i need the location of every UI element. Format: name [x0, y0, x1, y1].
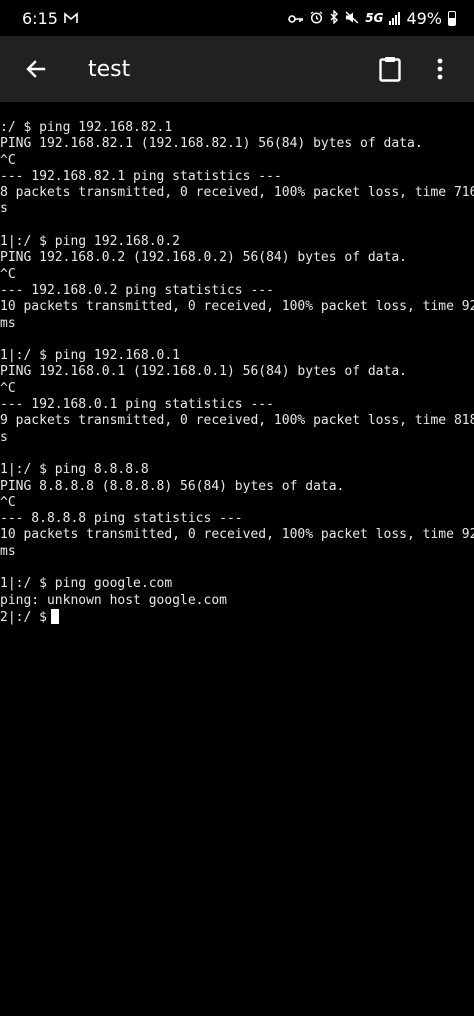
terminal-line: :/ $ ping 192.168.82.1 — [0, 120, 173, 135]
terminal-line: --- 192.168.0.1 ping statistics --- — [0, 397, 274, 413]
terminal-line: PING 192.168.0.2 (192.168.0.2) 56(84) by… — [0, 250, 407, 266]
terminal-line: --- 192.168.0.2 ping statistics --- — [0, 282, 274, 298]
bluetooth-icon — [329, 8, 339, 28]
arrow-back-icon — [26, 60, 46, 78]
terminal-line: ^C — [0, 380, 16, 396]
terminal-output[interactable]: :/ $ ping 192.168.82.1 PING 192.168.82.1 … — [0, 102, 474, 625]
terminal-line: PING 192.168.82.1 (192.168.82.1) 56(84) … — [0, 136, 423, 152]
terminal-line: --- 8.8.8.8 ping statistics --- — [0, 511, 243, 527]
app-bar: test — [0, 36, 474, 102]
mute-icon — [345, 9, 359, 28]
terminal-prompt: 2|:/ $ — [0, 609, 47, 625]
terminal-line: ping: unknown host google.com — [0, 592, 227, 608]
terminal-line: 1|:/ $ ping 192.168.0.2 — [0, 234, 181, 250]
status-left: 6:15 — [22, 9, 78, 28]
terminal-line: 10 packets transmitted, 0 received, 100%… — [0, 527, 474, 543]
clipboard-button[interactable] — [372, 51, 408, 87]
terminal-line: ms — [0, 543, 16, 559]
terminal-line: 10 packets transmitted, 0 received, 100%… — [0, 299, 474, 315]
more-options-button[interactable] — [422, 51, 458, 87]
status-time: 6:15 — [22, 8, 58, 28]
alarm-icon — [310, 9, 323, 28]
clipboard-icon — [379, 57, 401, 82]
terminal-line: s — [0, 429, 8, 445]
terminal-line: 1|:/ $ ping 192.168.0.1 — [0, 348, 181, 364]
terminal-line: --- 192.168.82.1 ping statistics --- — [0, 168, 282, 184]
terminal-line: PING 192.168.0.1 (192.168.0.1) 56(84) by… — [0, 364, 407, 380]
gmail-icon — [64, 9, 78, 28]
terminal-cursor — [50, 608, 59, 624]
page-title: test — [88, 56, 131, 82]
terminal-line: ^C — [0, 266, 16, 282]
terminal-line: PING 8.8.8.8 (8.8.8.8) 56(84) bytes of d… — [0, 478, 345, 494]
status-right: 5G 49% — [288, 9, 456, 28]
back-button[interactable] — [18, 51, 54, 87]
terminal-line: 8 packets transmitted, 0 received, 100% … — [0, 185, 474, 201]
key-icon — [288, 9, 304, 28]
network-type: 5G — [365, 11, 384, 25]
status-bar: 6:15 5G 49% — [0, 0, 474, 36]
signal-icon — [389, 11, 401, 25]
battery-icon — [448, 10, 456, 26]
terminal-line: ms — [0, 315, 16, 331]
terminal-line: 1|:/ $ ping google.com — [0, 576, 173, 592]
terminal-line: 9 packets transmitted, 0 received, 100% … — [0, 413, 474, 429]
battery-percent: 49% — [406, 8, 442, 28]
terminal-prompt-line[interactable]: 2|:/ $ — [0, 608, 474, 625]
terminal-line: 1|:/ $ ping 8.8.8.8 — [0, 462, 149, 478]
more-vert-icon — [437, 58, 443, 80]
terminal-line: s — [0, 201, 8, 217]
terminal-line: ^C — [0, 494, 16, 510]
terminal-line: ^C — [0, 152, 16, 168]
